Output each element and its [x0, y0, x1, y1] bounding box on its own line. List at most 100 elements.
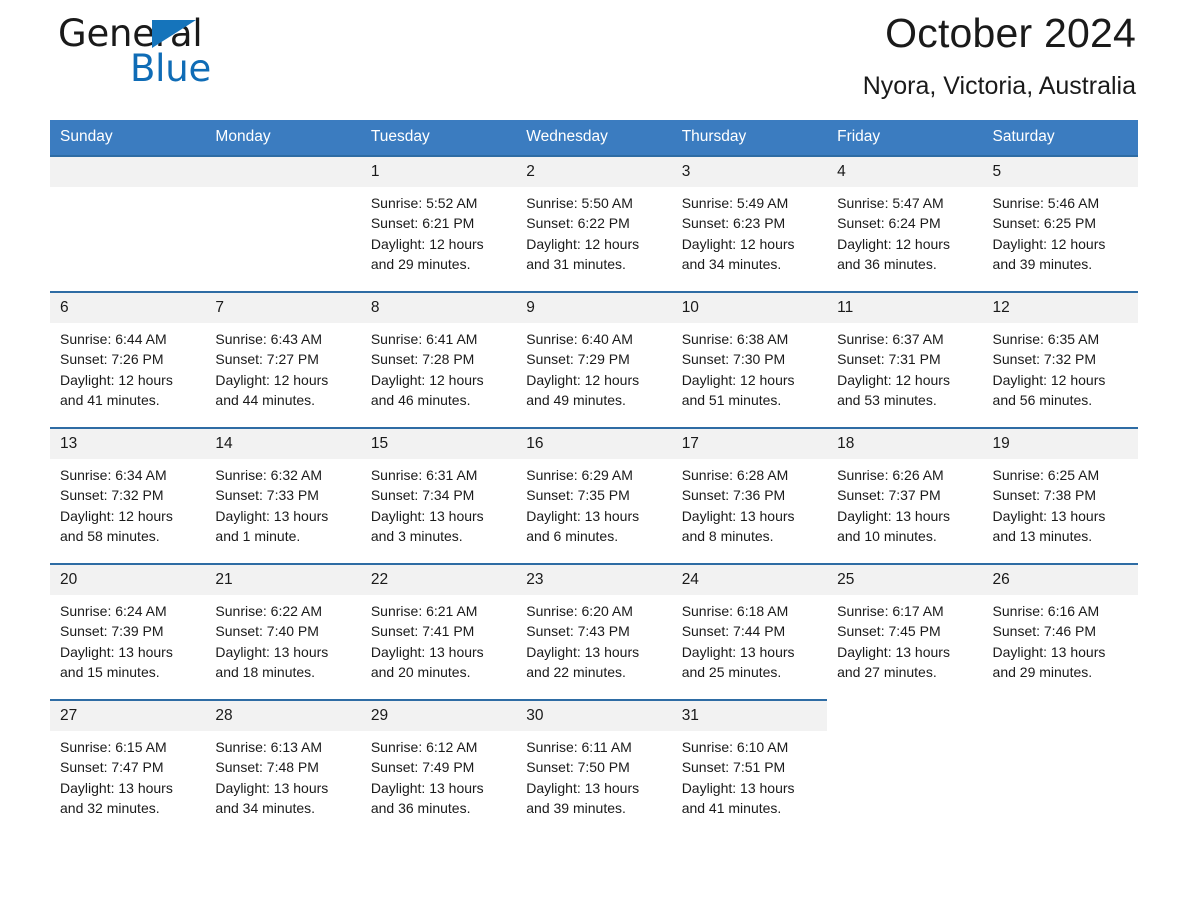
daylight-text-line2: and 36 minutes.: [837, 256, 937, 273]
daylight-text-line2: and 41 minutes.: [60, 392, 160, 409]
calendar-day-cell[interactable]: 8 Sunrise: 6:41 AM Sunset: 7:28 PM Daylight…: [360, 291, 517, 428]
calendar-day-cell[interactable]: 25 Sunrise: 6:17 AM Sunset: 7:45 PM Dayligh…: [827, 563, 983, 700]
general-blue-logo[interactable]: General Blue: [58, 12, 318, 96]
calendar-day-cell[interactable]: 26 Sunrise: 6:16 AM Sunset: 7:46 PM Dayligh…: [982, 563, 1138, 700]
daylight-text-line2: and 32 minutes.: [60, 800, 160, 817]
sunrise-text: Sunrise: 6:12 AM: [370, 739, 478, 755]
daylight-text-line1: Daylight: 13 hours: [370, 643, 484, 660]
sunset-text: Sunset: 7:38 PM: [992, 487, 1097, 504]
day-details: Sunrise: 6:16 AM Sunset: 7:46 PM Daylight:…: [983, 595, 1138, 683]
sunrise-text: Sunrise: 6:20 AM: [526, 603, 633, 619]
day-number: 17: [671, 429, 828, 459]
calendar-day-cell[interactable]: 11 Sunrise: 6:37 AM Sunset: 7:31 PM Dayligh…: [827, 291, 983, 428]
sunrise-text: Sunrise: 5:50 AM: [526, 195, 633, 211]
daylight-text-line1: Daylight: 12 hours: [60, 371, 173, 388]
day-number: 29: [360, 701, 517, 731]
day-details: Sunrise: 6:12 AM Sunset: 7:49 PM Daylight:…: [361, 731, 516, 819]
calendar-day-cell[interactable]: 4 Sunrise: 5:47 AM Sunset: 6:24 PM Daylight…: [827, 155, 983, 292]
day-number: 16: [516, 429, 672, 459]
calendar-day-cell[interactable]: 3 Sunrise: 5:49 AM Sunset: 6:23 PM Daylight…: [671, 155, 828, 292]
calendar-day-cell[interactable]: 13 Sunrise: 6:34 AM Sunset: 7:32 PM Dayligh…: [50, 427, 206, 564]
day-details: Sunrise: 6:35 AM Sunset: 7:32 PM Daylight:…: [983, 323, 1138, 411]
daylight-text-line1: Daylight: 13 hours: [681, 643, 795, 660]
calendar-day-cell[interactable]: 23 Sunrise: 6:20 AM Sunset: 7:43 PM Dayligh…: [516, 563, 672, 700]
sunrise-text: Sunrise: 6:37 AM: [837, 331, 944, 347]
daylight-text-line2: and 27 minutes.: [837, 664, 937, 681]
daylight-text-line2: and 20 minutes.: [370, 664, 471, 681]
calendar-day-cell[interactable]: 10 Sunrise: 6:38 AM Sunset: 7:30 PM Dayligh…: [671, 291, 828, 428]
day-details: Sunrise: 6:18 AM Sunset: 7:44 PM Daylight:…: [672, 595, 827, 683]
calendar-day-cell[interactable]: 21 Sunrise: 6:22 AM Sunset: 7:40 PM Dayligh…: [205, 563, 361, 700]
daylight-text-line2: and 41 minutes.: [681, 800, 782, 817]
weekday-header-monday: Monday: [205, 120, 361, 156]
calendar-day-cell[interactable]: 22 Sunrise: 6:21 AM Sunset: 7:41 PM Dayligh…: [360, 563, 517, 700]
day-details: Sunrise: 6:29 AM Sunset: 7:35 PM Daylight:…: [516, 459, 671, 547]
sunset-text: Sunset: 7:45 PM: [837, 623, 941, 640]
calendar-day-cell[interactable]: 14 Sunrise: 6:32 AM Sunset: 7:33 PM Dayligh…: [205, 427, 361, 564]
weekday-header-wednesday: Wednesday: [516, 120, 672, 156]
calendar-week-row: 27 Sunrise: 6:15 AM Sunset: 7:47 PM Dayligh…: [50, 699, 1138, 835]
daylight-text-line1: Daylight: 12 hours: [526, 235, 640, 252]
calendar-day-cell[interactable]: 27 Sunrise: 6:15 AM Sunset: 7:47 PM Dayligh…: [50, 699, 206, 835]
calendar-day-cell[interactable]: 1 Sunrise: 5:52 AM Sunset: 6:21 PM Daylight…: [360, 155, 517, 292]
day-number: [50, 157, 206, 187]
sunrise-text: Sunrise: 6:38 AM: [681, 331, 789, 347]
daylight-text-line2: and 31 minutes.: [526, 256, 626, 273]
calendar-day-cell[interactable]: 31 Sunrise: 6:10 AM Sunset: 7:51 PM Dayligh…: [671, 699, 828, 835]
daylight-text-line1: Daylight: 13 hours: [992, 507, 1106, 524]
day-number: 7: [205, 293, 361, 323]
calendar-day-cell[interactable]: 6 Sunrise: 6:44 AM Sunset: 7:26 PM Daylight…: [50, 291, 206, 428]
calendar-header-row: Sunday Monday Tuesday Wednesday Thursday…: [50, 120, 1138, 156]
sunset-text: Sunset: 7:31 PM: [837, 351, 941, 368]
calendar-day-cell[interactable]: 29 Sunrise: 6:12 AM Sunset: 7:49 PM Dayligh…: [360, 699, 517, 835]
calendar-day-cell[interactable]: 18 Sunrise: 6:26 AM Sunset: 7:37 PM Dayligh…: [827, 427, 983, 564]
daylight-text-line2: and 29 minutes.: [992, 664, 1093, 681]
calendar-day-cell[interactable]: 7 Sunrise: 6:43 AM Sunset: 7:27 PM Daylight…: [205, 291, 361, 428]
day-details: Sunrise: 6:44 AM Sunset: 7:26 PM Daylight:…: [50, 323, 205, 411]
calendar-day-cell[interactable]: 30 Sunrise: 6:11 AM Sunset: 7:50 PM Dayligh…: [516, 699, 672, 835]
sunrise-text: Sunrise: 6:43 AM: [215, 331, 323, 347]
daylight-text-line2: and 15 minutes.: [60, 664, 160, 681]
calendar-day-cell[interactable]: 24 Sunrise: 6:18 AM Sunset: 7:44 PM Dayligh…: [671, 563, 828, 700]
sunset-text: Sunset: 6:23 PM: [681, 215, 786, 232]
daylight-text-line1: Daylight: 13 hours: [526, 643, 640, 660]
sunset-text: Sunset: 6:21 PM: [370, 215, 475, 232]
day-number: 2: [516, 157, 672, 187]
day-details: Sunrise: 5:47 AM Sunset: 6:24 PM Daylight:…: [827, 187, 982, 275]
daylight-text-line2: and 34 minutes.: [215, 800, 316, 817]
sunrise-text: Sunrise: 5:47 AM: [837, 195, 944, 211]
day-number: 31: [671, 701, 828, 731]
daylight-text-line2: and 53 minutes.: [837, 392, 937, 409]
calendar-day-cell[interactable]: 2 Sunrise: 5:50 AM Sunset: 6:22 PM Daylight…: [516, 155, 672, 292]
calendar-week-row: 13 Sunrise: 6:34 AM Sunset: 7:32 PM Dayligh…: [50, 427, 1138, 564]
calendar-day-cell[interactable]: 12 Sunrise: 6:35 AM Sunset: 7:32 PM Dayligh…: [982, 291, 1138, 428]
daylight-text-line1: Daylight: 13 hours: [526, 507, 640, 524]
calendar-day-cell[interactable]: 19 Sunrise: 6:25 AM Sunset: 7:38 PM Dayligh…: [982, 427, 1138, 564]
sunset-text: Sunset: 6:25 PM: [992, 215, 1097, 232]
sunset-text: Sunset: 7:33 PM: [215, 487, 319, 504]
calendar-day-cell[interactable]: 5 Sunrise: 5:46 AM Sunset: 6:25 PM Daylight…: [982, 155, 1138, 292]
calendar-day-cell[interactable]: 15 Sunrise: 6:31 AM Sunset: 7:34 PM Dayligh…: [360, 427, 517, 564]
daylight-text-line1: Daylight: 12 hours: [370, 235, 484, 252]
day-details: Sunrise: 6:21 AM Sunset: 7:41 PM Daylight:…: [361, 595, 516, 683]
calendar-week-row: 1 Sunrise: 5:52 AM Sunset: 6:21 PM Daylight…: [50, 155, 1138, 292]
sunset-text: Sunset: 7:34 PM: [370, 487, 475, 504]
day-details: Sunrise: 6:38 AM Sunset: 7:30 PM Daylight:…: [672, 323, 827, 411]
day-number: 9: [516, 293, 672, 323]
daylight-text-line2: and 34 minutes.: [681, 256, 782, 273]
daylight-text-line2: and 49 minutes.: [526, 392, 626, 409]
daylight-text-line1: Daylight: 13 hours: [215, 643, 329, 660]
calendar-day-cell[interactable]: 9 Sunrise: 6:40 AM Sunset: 7:29 PM Daylight…: [516, 291, 672, 428]
sunrise-text: Sunrise: 6:34 AM: [60, 467, 167, 483]
calendar-day-cell[interactable]: 28 Sunrise: 6:13 AM Sunset: 7:48 PM Dayligh…: [205, 699, 361, 835]
day-number: 23: [516, 565, 672, 595]
calendar-day-cell[interactable]: 17 Sunrise: 6:28 AM Sunset: 7:36 PM Dayligh…: [671, 427, 828, 564]
sunrise-text: Sunrise: 6:35 AM: [992, 331, 1100, 347]
calendar-day-cell[interactable]: 20 Sunrise: 6:24 AM Sunset: 7:39 PM Dayligh…: [50, 563, 206, 700]
daylight-text-line1: Daylight: 12 hours: [992, 235, 1106, 252]
sunset-text: Sunset: 6:22 PM: [526, 215, 630, 232]
logo-text-blue: Blue: [130, 47, 212, 90]
day-number: 1: [360, 157, 517, 187]
calendar-day-cell[interactable]: 16 Sunrise: 6:29 AM Sunset: 7:35 PM Dayligh…: [516, 427, 672, 564]
daylight-text-line1: Daylight: 13 hours: [992, 643, 1106, 660]
